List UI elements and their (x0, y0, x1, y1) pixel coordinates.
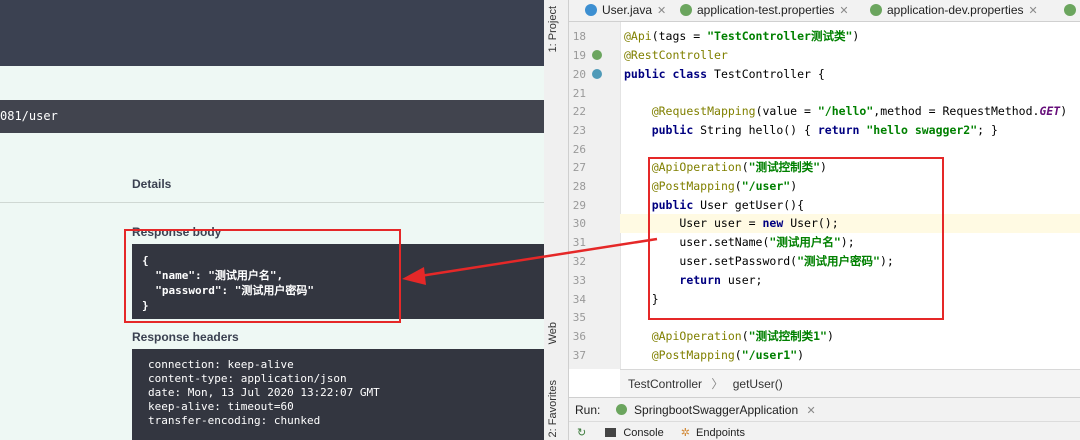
breadcrumb: TestController 〉 getUser() (620, 369, 1080, 397)
class-c-icon (585, 4, 597, 16)
response-headers-block: connection: keep-alive content-type: app… (132, 349, 544, 440)
spring-bean-icon[interactable] (592, 50, 602, 60)
line-number: 36 (572, 330, 586, 343)
tab-endpoints[interactable]: Endpoints (696, 427, 745, 439)
line-number: 37 (572, 349, 586, 362)
request-url-bar: 081/user (0, 100, 544, 133)
line-number: 29 (572, 199, 586, 212)
line-number: 30 (572, 217, 586, 230)
header-line: connection: keep-alive (148, 358, 294, 371)
swagger-header-bar (0, 0, 544, 66)
line-number: 21 (572, 87, 586, 100)
line-number: 22 (572, 105, 586, 118)
tool-window-strip: 1: Project Web 2: Favorites (544, 0, 569, 440)
response-headers-label: Response headers (132, 330, 239, 344)
line-number: 35 (572, 311, 586, 324)
line-number: 23 (572, 124, 586, 137)
line-number: 18 (572, 30, 586, 43)
line-number: 31 (572, 236, 586, 249)
tab-user-java[interactable]: User.java ✕ (585, 0, 666, 21)
spring-boot-icon (615, 404, 627, 415)
code-line: @RequestMapping(value = "/hello",method … (651, 104, 1068, 118)
rerun-icon[interactable]: ↻ (577, 427, 586, 439)
breadcrumb-method[interactable]: getUser() (733, 377, 783, 391)
console-icon (605, 428, 617, 437)
breadcrumb-separator: 〉 (711, 377, 724, 391)
line-number: 33 (572, 274, 586, 287)
spring-leaf-icon (1064, 4, 1076, 16)
tab-application-test-properties[interactable]: application-test.properties ✕ (680, 0, 849, 21)
tab-overflow[interactable]: a (1064, 0, 1080, 21)
line-number: 28 (572, 180, 586, 193)
header-line: content-type: application/json (148, 372, 347, 385)
project-tool-button[interactable]: 1: Project (547, 6, 559, 52)
line-number: 27 (572, 161, 586, 174)
run-toolbar: ↻ Console ✲ Endpoints (569, 421, 1080, 440)
run-config-tab[interactable]: SpringbootSwaggerApplication (634, 403, 798, 417)
code-line: @ApiOperation("测试控制类1") (651, 329, 834, 343)
code-line: public String hello() { return "hello sw… (651, 123, 998, 137)
line-number: 34 (572, 293, 586, 306)
code-line: @RestController (624, 48, 728, 62)
spring-leaf-icon (680, 4, 692, 16)
details-heading: Details (132, 177, 172, 191)
run-label: Run: (575, 403, 601, 417)
code-line: public class TestController { (624, 67, 825, 81)
run-tool-window-bar: Run: SpringbootSwaggerApplication ✕ (569, 397, 1080, 422)
web-tool-button[interactable]: Web (547, 322, 559, 344)
swagger-panel: 081/user Details Response body { "name":… (0, 0, 544, 440)
favorites-tool-button[interactable]: 2: Favorites (547, 380, 559, 437)
line-number: 32 (572, 255, 586, 268)
code-line: @PostMapping("/user1") (651, 348, 805, 362)
response-highlight-box (124, 229, 401, 323)
breadcrumb-class[interactable]: TestController (628, 377, 702, 391)
header-line: transfer-encoding: chunked (148, 414, 321, 427)
close-icon[interactable]: ✕ (807, 405, 816, 417)
spring-web-icon[interactable] (592, 69, 602, 79)
line-number: 19 (572, 49, 586, 62)
tab-console[interactable]: Console (623, 427, 663, 439)
close-icon[interactable]: ✕ (657, 5, 666, 17)
divider (0, 202, 544, 203)
close-icon[interactable]: ✕ (839, 5, 848, 17)
tab-application-dev-properties[interactable]: application-dev.properties ✕ (870, 0, 1038, 21)
spring-leaf-icon (870, 4, 882, 16)
request-url: 081/user (0, 109, 58, 123)
header-line: keep-alive: timeout=60 (148, 400, 294, 413)
code-highlight-box (648, 157, 944, 320)
editor-tab-bar: User.java ✕ application-test.properties ✕ … (569, 0, 1080, 22)
line-number: 20 (572, 68, 586, 81)
line-number: 26 (572, 143, 586, 156)
header-line: date: Mon, 13 Jul 2020 13:22:07 GMT (148, 386, 380, 399)
code-line: @Api(tags = "TestController测试类") (624, 29, 860, 43)
endpoints-icon: ✲ (680, 427, 690, 439)
close-icon[interactable]: ✕ (1029, 5, 1038, 17)
